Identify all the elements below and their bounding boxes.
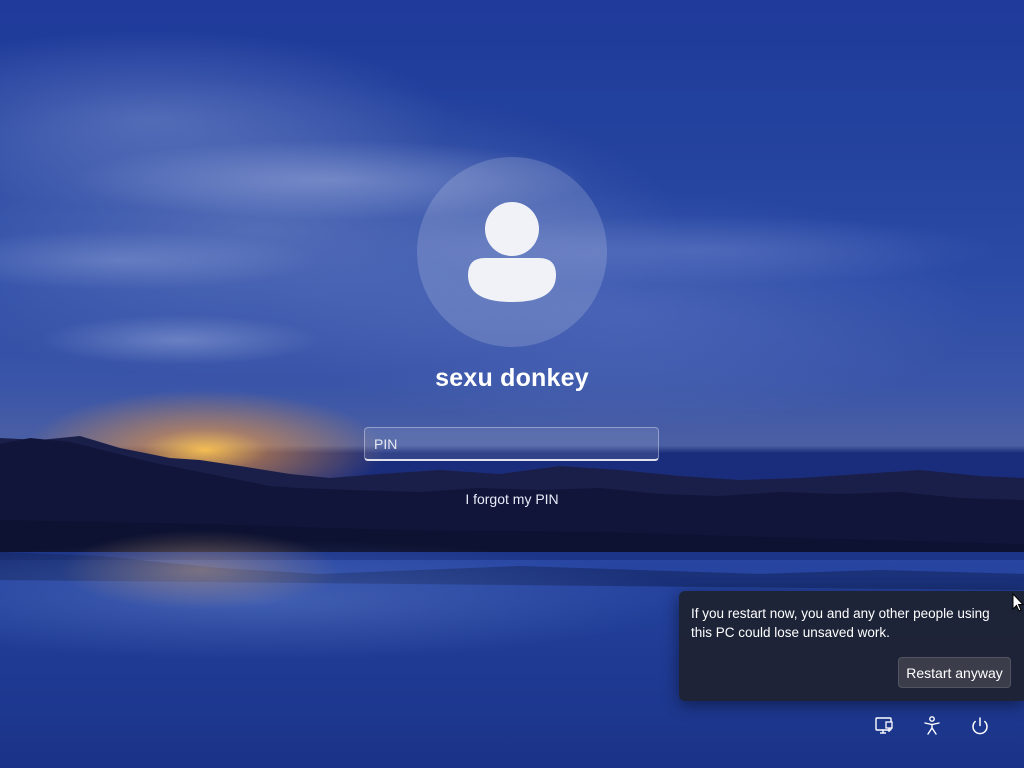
user-avatar xyxy=(417,157,607,347)
username: sexu donkey xyxy=(435,364,589,392)
restart-anyway-button[interactable]: Restart anyway xyxy=(898,657,1011,688)
power-icon[interactable] xyxy=(967,713,993,739)
restart-warning-flyout: If you restart now, you and any other pe… xyxy=(679,591,1024,701)
pin-field-container xyxy=(364,427,659,461)
pin-input[interactable] xyxy=(365,428,658,459)
user-icon xyxy=(468,202,556,302)
forgot-pin-link[interactable]: I forgot my PIN xyxy=(412,491,612,507)
accessibility-icon[interactable] xyxy=(919,713,945,739)
restart-warning-message: If you restart now, you and any other pe… xyxy=(691,606,990,640)
network-icon[interactable] xyxy=(871,713,897,739)
mouse-cursor-icon xyxy=(1012,593,1024,612)
